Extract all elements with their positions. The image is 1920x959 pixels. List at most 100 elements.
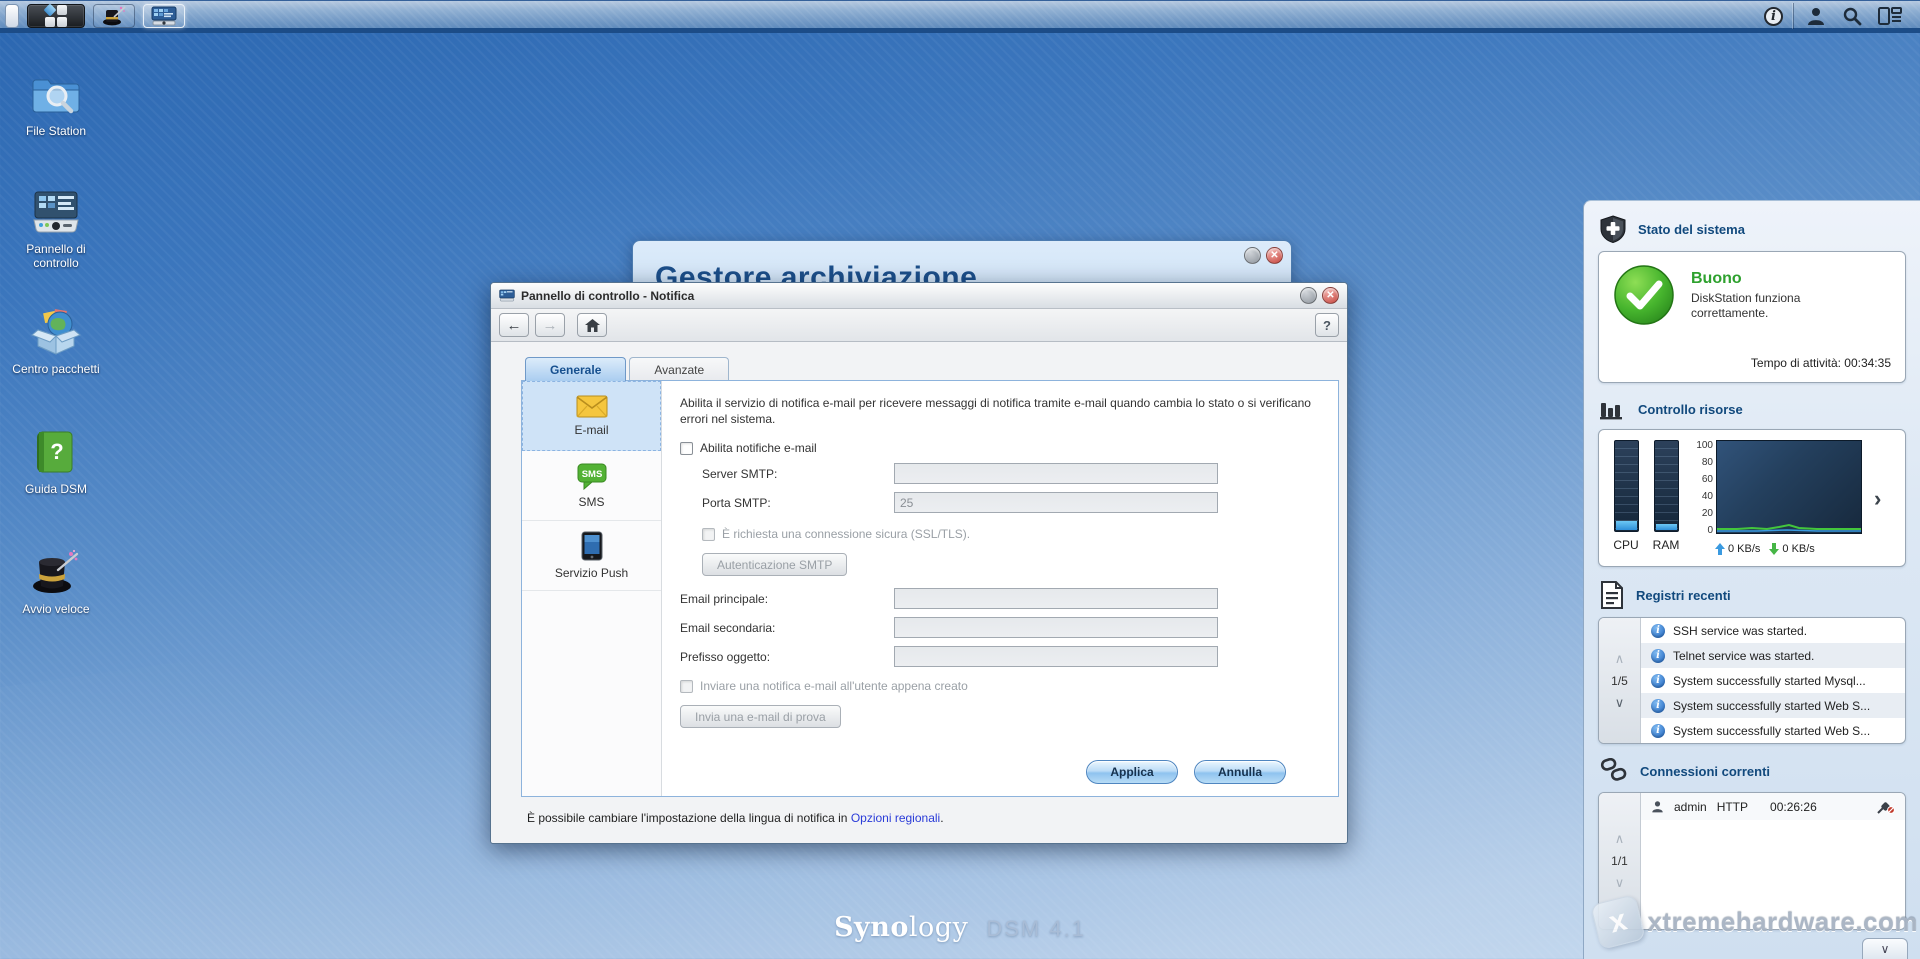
main-menu-icon <box>43 3 67 27</box>
log-row[interactable]: i SSH service was started. <box>1641 618 1905 643</box>
close-icon[interactable]: ✕ <box>1266 247 1283 264</box>
email-notification-form: Abilita il servizio di notifica e-mail p… <box>662 381 1338 796</box>
connections-pager: ∧ 1/1 ∨ <box>1599 793 1641 929</box>
cancel-button[interactable]: Annulla <box>1194 760 1286 784</box>
log-row[interactable]: i Telnet service was started. <box>1641 643 1905 668</box>
network-chart: 100 80 60 40 20 0 <box>1691 440 1862 538</box>
panel-collapse-tab[interactable]: ∨ <box>1862 938 1908 959</box>
main-menu-button[interactable] <box>27 3 85 28</box>
desktop-icon-quick-start[interactable]: Avvio veloce <box>4 546 108 616</box>
pager-page: 1/5 <box>1611 673 1628 688</box>
sidebar-item-push-service[interactable]: Servizio Push <box>522 521 661 591</box>
pager-down-icon[interactable]: ∨ <box>1615 696 1625 709</box>
smtp-port-row: Porta SMTP: <box>680 492 1320 513</box>
dialog-titlebar[interactable]: Pannello di controllo - Notifica ✕ <box>491 283 1347 309</box>
taskbar-quick-launch-button[interactable] <box>93 4 135 28</box>
desktop-icon-label: File Station <box>25 124 87 138</box>
email-icon <box>576 395 607 418</box>
smtp-auth-button[interactable]: Autenticazione SMTP <box>702 553 848 576</box>
subject-prefix-input[interactable] <box>894 646 1218 667</box>
widget-title: Stato del sistema <box>1638 221 1745 237</box>
current-connections-section: Connessioni correnti ∧ 1/1 ∨ admin HTTP … <box>1584 744 1920 930</box>
notify-new-user-checkbox[interactable] <box>680 679 693 693</box>
resource-monitor-section: Controllo risorse CPU RAM 100 80 60 40 2… <box>1584 383 1920 567</box>
chevron-down-icon: ∨ <box>1880 942 1890 956</box>
dialog-title: Pannello di controllo - Notifica <box>521 288 695 303</box>
secondary-email-label: Email secondaria: <box>680 620 776 635</box>
svg-text:?: ? <box>50 439 63 464</box>
resource-monitor-expand-chevron[interactable]: › <box>1874 486 1881 512</box>
desktop-icon-label: Guida DSM <box>24 482 88 496</box>
form-description: Abilita il servizio di notifica e-mail p… <box>680 396 1311 426</box>
apply-button[interactable]: Applica <box>1086 760 1178 784</box>
ssl-checkbox[interactable] <box>702 527 715 541</box>
smtp-server-input[interactable] <box>894 463 1218 484</box>
enable-email-checkbox[interactable] <box>680 441 693 455</box>
sidebar-item-sms[interactable]: SMS SMS <box>522 451 661 521</box>
uptime-text: Tempo di attività: 00:34:35 <box>1750 356 1891 370</box>
minimize-button[interactable] <box>1300 287 1317 304</box>
smtp-port-input[interactable] <box>894 492 1218 513</box>
resource-monitor-card: CPU RAM 100 80 60 40 20 0 0 KB/s 0 KB/s … <box>1598 429 1906 567</box>
primary-email-label: Email principale: <box>680 591 769 606</box>
info-log-icon: i <box>1651 648 1665 663</box>
enable-email-label: Abilita notifiche e-mail <box>700 441 817 455</box>
download-speed: 0 KB/s <box>1782 543 1815 555</box>
info-icon[interactable]: i <box>1764 6 1783 26</box>
desktop-icon-dsm-help[interactable]: ? Guida DSM <box>4 426 108 496</box>
taskbar-control-panel-button[interactable] <box>143 4 185 28</box>
document-icon <box>1601 581 1623 609</box>
widget-title: Connessioni correnti <box>1640 763 1771 779</box>
desktop-icon-control-panel[interactable]: Pannello di controllo <box>4 186 108 270</box>
forward-button[interactable]: → <box>535 313 565 337</box>
control-panel-desktop-icon <box>30 186 82 238</box>
desktop-icon-label: Centro pacchetti <box>12 362 100 376</box>
system-status-section: Stato del sistema Buono DiskStation funz… <box>1584 201 1920 383</box>
sidebar-item-label: Servizio Push <box>554 566 629 580</box>
search-icon[interactable] <box>1842 6 1862 26</box>
status-description: DiskStation funziona correttamente. <box>1691 291 1801 320</box>
tab-generale[interactable]: Generale <box>525 357 627 381</box>
primary-email-input[interactable] <box>894 588 1218 609</box>
smtp-port-label: Porta SMTP: <box>702 495 771 510</box>
home-button[interactable] <box>577 313 607 337</box>
connection-time: 00:26:26 <box>1770 799 1817 814</box>
footer-suffix: . <box>940 811 944 825</box>
sidebar-item-label: E-mail <box>574 423 609 437</box>
pager-page: 1/1 <box>1611 854 1628 868</box>
send-test-email-button[interactable]: Invia una e-mail di prova <box>680 705 841 728</box>
info-log-icon: i <box>1651 698 1665 713</box>
log-row[interactable]: i System successfully started Mysql... <box>1641 668 1905 693</box>
connection-user: admin <box>1674 799 1707 814</box>
upload-arrow-icon <box>1715 543 1725 555</box>
connection-row[interactable]: admin HTTP 00:26:26 <box>1641 793 1905 820</box>
pager-up-icon[interactable]: ∧ <box>1615 652 1625 665</box>
regional-options-link[interactable]: Opzioni regionali <box>851 811 940 825</box>
minimize-button[interactable] <box>1244 247 1261 264</box>
log-row[interactable]: i System successfully started Web S... <box>1641 718 1905 743</box>
notify-new-user-label: Inviare una notifica e-mail all'utente a… <box>700 679 968 693</box>
disconnect-icon[interactable] <box>1877 800 1895 814</box>
subject-prefix-label: Prefisso oggetto: <box>680 649 771 664</box>
log-row[interactable]: i System successfully started Web S... <box>1641 693 1905 718</box>
help-button[interactable]: ? <box>1315 313 1339 337</box>
widgets-panel-icon[interactable] <box>1878 6 1902 26</box>
ssl-label: È richiesta una connessione sicura (SSL/… <box>722 527 971 541</box>
connection-protocol: HTTP <box>1716 799 1749 814</box>
pager-up-icon[interactable]: ∧ <box>1615 832 1625 845</box>
show-desktop-button[interactable] <box>5 4 19 28</box>
secondary-email-input[interactable] <box>894 617 1218 638</box>
desktop-icon-file-station[interactable]: File Station <box>4 68 108 138</box>
back-button[interactable]: ← <box>499 313 529 337</box>
footer-text: È possibile cambiare l'impostazione dell… <box>527 811 848 825</box>
info-log-icon: i <box>1651 623 1665 638</box>
sidebar-item-email[interactable]: E-mail <box>522 381 661 451</box>
close-icon[interactable]: ✕ <box>1322 287 1339 304</box>
desktop-icon-package-center[interactable]: Centro pacchetti <box>4 306 108 376</box>
primary-email-row: Email principale: <box>680 588 1320 609</box>
cpu-meter: CPU <box>1611 440 1641 552</box>
system-status-card: Buono DiskStation funziona correttamente… <box>1598 251 1906 383</box>
pager-down-icon[interactable]: ∨ <box>1615 876 1625 889</box>
tab-avanzate[interactable]: Avanzate <box>629 357 730 381</box>
user-icon[interactable] <box>1806 6 1826 26</box>
